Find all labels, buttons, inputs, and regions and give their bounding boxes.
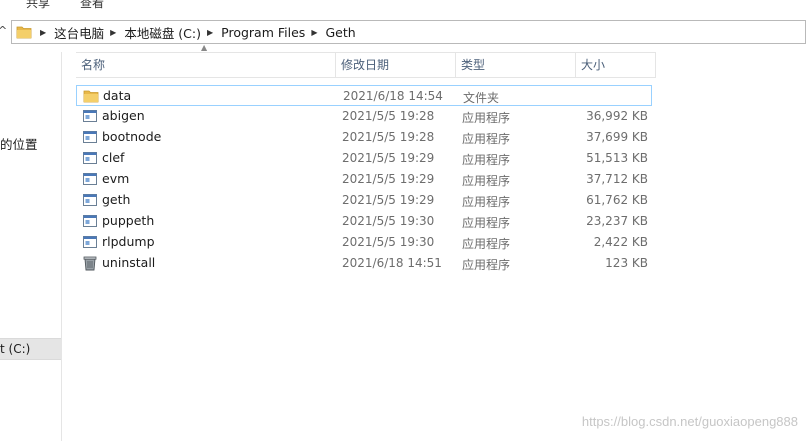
app-icon: [82, 234, 98, 250]
file-size: 23,237 KB: [586, 214, 648, 228]
app-icon: [82, 150, 98, 166]
file-row[interactable]: clef 2021/5/5 19:29 应用程序 51,513 KB: [76, 148, 652, 169]
file-size: 51,513 KB: [586, 151, 648, 165]
file-date: 2021/5/5 19:28: [342, 130, 435, 144]
file-type: 应用程序: [462, 237, 511, 251]
file-type: 应用程序: [462, 153, 511, 167]
file-row[interactable]: evm 2021/5/5 19:29 应用程序 37,712 KB: [76, 169, 652, 190]
app-icon: [82, 213, 98, 229]
file-name: bootnode: [102, 129, 162, 144]
app-icon: [82, 129, 98, 145]
file-type: 应用程序: [462, 258, 511, 272]
column-header-date[interactable]: 修改日期: [335, 53, 455, 78]
file-name: data: [103, 88, 132, 103]
file-row[interactable]: geth 2021/5/5 19:29 应用程序 61,762 KB: [76, 190, 652, 211]
file-type: 应用程序: [462, 111, 511, 125]
app-icon: [82, 171, 98, 187]
folder-icon: [16, 26, 32, 39]
breadcrumb-item[interactable]: ▶ Geth: [309, 25, 359, 40]
file-date: 2021/5/5 19:28: [342, 109, 435, 123]
column-header-size[interactable]: 大小: [575, 53, 656, 78]
file-size: 37,699 KB: [586, 130, 648, 144]
column-header: ▲ 名称 修改日期 类型 大小: [76, 43, 656, 78]
file-type: 应用程序: [462, 132, 511, 146]
watermark: https://blog.csdn.net/guoxiaopeng888: [581, 414, 798, 429]
column-header-type[interactable]: 类型: [455, 53, 575, 78]
file-size: 36,992 KB: [586, 109, 648, 123]
breadcrumb-separator-icon[interactable]: ▶: [207, 28, 213, 37]
up-chevron-icon[interactable]: ^: [0, 24, 7, 37]
nav-item-drive-c[interactable]: t (C:): [0, 338, 61, 360]
file-date: 2021/6/18 14:51: [342, 256, 442, 270]
app-icon: [82, 108, 98, 124]
folder-icon: [83, 88, 99, 104]
breadcrumb-separator-icon[interactable]: ▶: [110, 28, 116, 37]
column-header-name[interactable]: 名称: [76, 53, 335, 78]
breadcrumb-label[interactable]: 这台电脑: [54, 23, 104, 42]
file-name: uninstall: [102, 255, 156, 270]
breadcrumb-item[interactable]: ▶ 本地磁盘 (C:): [108, 23, 205, 42]
uninstall-icon: [82, 255, 98, 271]
ribbon-tab-share[interactable]: 共享: [26, 0, 50, 11]
app-icon: [82, 192, 98, 208]
address-box[interactable]: ▶ 这台电脑 ▶ 本地磁盘 (C:) ▶ Program Files ▶ Get…: [11, 20, 806, 44]
file-date: 2021/6/18 14:54: [343, 89, 443, 103]
file-size: 61,762 KB: [586, 193, 648, 207]
file-size: 123 KB: [605, 256, 648, 270]
breadcrumb-label[interactable]: 本地磁盘 (C:): [124, 23, 201, 42]
file-type: 应用程序: [462, 174, 511, 188]
file-name: evm: [102, 171, 130, 186]
breadcrumb-separator-icon[interactable]: ▶: [311, 28, 317, 37]
breadcrumb-separator-icon[interactable]: ▶: [40, 28, 46, 37]
file-name: clef: [102, 150, 125, 165]
address-bar: ^ ▶ 这台电脑 ▶ 本地磁盘 (C:) ▶ Program Files ▶ G…: [0, 18, 806, 46]
sort-arrow-icon: ▲: [201, 43, 208, 52]
file-size: 2,422 KB: [593, 235, 648, 249]
file-row[interactable]: rlpdump 2021/5/5 19:30 应用程序 2,422 KB: [76, 232, 652, 253]
file-date: 2021/5/5 19:29: [342, 193, 435, 207]
file-row[interactable]: bootnode 2021/5/5 19:28 应用程序 37,699 KB: [76, 127, 652, 148]
file-date: 2021/5/5 19:30: [342, 214, 435, 228]
ribbon-tab-view[interactable]: 查看: [80, 0, 104, 11]
nav-item-label: t (C:): [0, 342, 31, 356]
file-type: 应用程序: [462, 195, 511, 209]
file-date: 2021/5/5 19:30: [342, 235, 435, 249]
file-size: 37,712 KB: [586, 172, 648, 186]
navigation-pane: 的位置 t (C:): [0, 52, 62, 441]
ribbon-tabs: 共享 查看: [0, 0, 806, 14]
file-row[interactable]: data 2021/6/18 14:54 文件夹: [76, 85, 652, 106]
file-type: 应用程序: [462, 216, 511, 230]
file-name: puppeth: [102, 213, 155, 228]
file-name: geth: [102, 192, 131, 207]
file-name: abigen: [102, 108, 145, 123]
nav-item-location[interactable]: 的位置: [0, 134, 38, 153]
breadcrumb-label[interactable]: Geth: [325, 25, 355, 40]
file-row[interactable]: puppeth 2021/5/5 19:30 应用程序 23,237 KB: [76, 211, 652, 232]
file-name: rlpdump: [102, 234, 155, 249]
breadcrumb: ▶ 这台电脑 ▶ 本地磁盘 (C:) ▶ Program Files ▶ Get…: [38, 21, 360, 43]
breadcrumb-item[interactable]: ▶ 这台电脑: [38, 23, 108, 42]
file-date: 2021/5/5 19:29: [342, 151, 435, 165]
file-row[interactable]: uninstall 2021/6/18 14:51 应用程序 123 KB: [76, 253, 652, 274]
breadcrumb-item[interactable]: ▶ Program Files: [205, 25, 309, 40]
file-date: 2021/5/5 19:29: [342, 172, 435, 186]
file-type: 文件夹: [463, 91, 500, 105]
file-row[interactable]: abigen 2021/5/5 19:28 应用程序 36,992 KB: [76, 106, 652, 127]
breadcrumb-label[interactable]: Program Files: [221, 25, 305, 40]
